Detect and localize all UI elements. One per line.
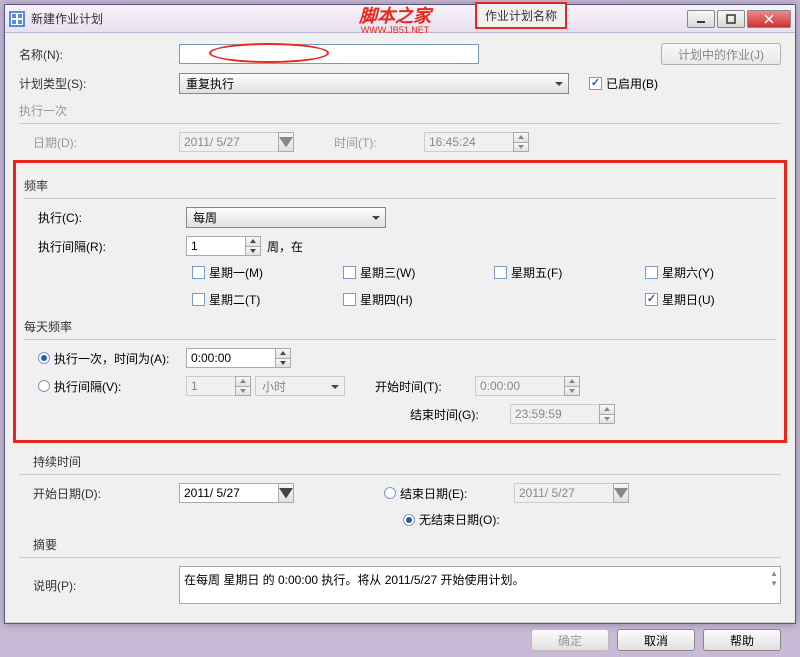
exec-label: 执行(C): bbox=[38, 209, 186, 226]
spinner-icon bbox=[513, 132, 529, 152]
titlebar[interactable]: 新建作业计划 脚本之家 WWW.JB51.NET 作业计划名称 bbox=[5, 5, 795, 33]
summary-group-label: 摘要 bbox=[33, 536, 781, 553]
duration-row: 开始日期(D): 2011/ 5/27 结束日期(E): 2011/ 5/27 bbox=[33, 483, 781, 503]
start-date-label: 开始日期(D): bbox=[33, 485, 179, 502]
maximize-button[interactable] bbox=[717, 10, 745, 28]
daily-end-spinner bbox=[599, 404, 615, 424]
daily-interval-radio-wrap[interactable]: 执行间隔(V): bbox=[38, 378, 186, 395]
description-label: 说明(P): bbox=[33, 577, 179, 594]
start-date-calendar-icon[interactable] bbox=[278, 483, 294, 503]
daily-once-row: 执行一次，时间为(A): 0:00:00 bbox=[38, 348, 776, 368]
once-time-input: 16:45:24 bbox=[424, 132, 514, 152]
titlebar-center: 脚本之家 WWW.JB51.NET 作业计划名称 bbox=[103, 2, 687, 35]
daily-start-value: 0:00:00 bbox=[475, 376, 565, 396]
end-date-input: 2011/ 5/27 bbox=[514, 483, 614, 503]
freq-group-label: 频率 bbox=[24, 177, 776, 194]
dialog-window: 新建作业计划 脚本之家 WWW.JB51.NET 作业计划名称 名称(N): 计… bbox=[4, 4, 796, 624]
exec-select[interactable]: 每周 bbox=[186, 207, 386, 228]
name-input[interactable] bbox=[179, 44, 479, 64]
daily-start-spinner bbox=[564, 376, 580, 396]
no-end-date-radio[interactable] bbox=[403, 514, 415, 526]
description-textarea[interactable]: 在每周 星期日 的 0:00:00 执行。将从 2011/5/27 开始使用计划… bbox=[179, 566, 781, 604]
interval-label: 执行间隔(R): bbox=[38, 238, 186, 255]
interval-input[interactable]: 1 bbox=[186, 236, 246, 256]
start-date-input[interactable]: 2011/ 5/27 bbox=[179, 483, 279, 503]
daily-end-label: 结束时间(G): bbox=[410, 406, 510, 423]
window-buttons bbox=[687, 10, 791, 28]
daily-once-spinner[interactable] bbox=[275, 348, 291, 368]
daily-end-row: 结束时间(G): 23:59:59 bbox=[38, 404, 776, 424]
daily-interval-row: 执行间隔(V): 1 小时 开始时间(T): 0:00:00 bbox=[38, 376, 776, 396]
friday-checkbox[interactable]: 星期五(F) bbox=[494, 264, 625, 281]
window-title: 新建作业计划 bbox=[31, 10, 103, 27]
thursday-checkbox[interactable]: 星期四(H) bbox=[343, 291, 474, 308]
app-icon bbox=[9, 11, 25, 27]
calendar-icon bbox=[278, 132, 294, 152]
end-date-radio[interactable] bbox=[384, 487, 396, 499]
once-time-label: 时间(T): bbox=[334, 134, 424, 151]
help-button[interactable]: 帮助 bbox=[703, 629, 781, 651]
daily-start-label: 开始时间(T): bbox=[375, 378, 475, 395]
minimize-button[interactable] bbox=[687, 10, 715, 28]
monday-checkbox[interactable]: 星期一(M) bbox=[192, 264, 323, 281]
tuesday-checkbox[interactable]: 星期二(T) bbox=[192, 291, 323, 308]
sunday-checkbox[interactable]: 星期日(U) bbox=[645, 291, 776, 308]
type-row: 计划类型(S): 重复执行 已启用(B) bbox=[19, 73, 781, 94]
end-date-calendar-icon bbox=[613, 483, 629, 503]
annotation-callout: 作业计划名称 bbox=[475, 2, 567, 29]
once-row: 日期(D): 2011/ 5/27 时间(T): 16:45:24 bbox=[33, 132, 781, 152]
interval-spinner[interactable] bbox=[245, 236, 261, 256]
duration-group-label: 持续时间 bbox=[33, 453, 781, 470]
daily-group-label: 每天频率 bbox=[24, 318, 776, 335]
weekday-grid: 星期一(M) 星期三(W) 星期五(F) 星期六(Y) 星期二(T) 星期四(H… bbox=[192, 264, 776, 308]
interval-unit: 周，在 bbox=[267, 238, 303, 255]
wednesday-checkbox[interactable]: 星期三(W) bbox=[343, 264, 474, 281]
once-date-input: 2011/ 5/27 bbox=[179, 132, 279, 152]
daily-interval-unit-select: 小时 bbox=[255, 376, 345, 396]
daily-interval-radio[interactable] bbox=[38, 380, 50, 392]
saturday-checkbox[interactable]: 星期六(Y) bbox=[645, 264, 776, 281]
interval-row: 执行间隔(R): 1 周，在 bbox=[38, 236, 776, 256]
end-date-radio-wrap[interactable]: 结束日期(E): bbox=[384, 485, 514, 502]
exec-row: 执行(C): 每周 bbox=[38, 207, 776, 228]
cancel-button[interactable]: 取消 bbox=[617, 629, 695, 651]
enabled-checkbox-wrap[interactable]: 已启用(B) bbox=[589, 75, 658, 92]
summary-row: 说明(P): 在每周 星期日 的 0:00:00 执行。将从 2011/5/27… bbox=[33, 566, 781, 604]
button-bar: 确定 取消 帮助 bbox=[5, 623, 795, 657]
dialog-content: 名称(N): 计划中的作业(J) 计划类型(S): 重复执行 已启用(B) 执行… bbox=[5, 33, 795, 622]
daily-interval-value: 1 bbox=[186, 376, 236, 396]
schedule-type-select[interactable]: 重复执行 bbox=[179, 73, 569, 94]
noend-row: 无结束日期(O): bbox=[33, 511, 781, 528]
frequency-highlight-box: 频率 执行(C): 每周 执行间隔(R): 1 周，在 星期一(M) 星期三(W… bbox=[13, 160, 787, 443]
name-label: 名称(N): bbox=[19, 46, 179, 63]
watermark-text: 脚本之家 bbox=[359, 6, 431, 26]
enabled-checkbox[interactable] bbox=[589, 77, 602, 90]
no-end-date-radio-wrap[interactable]: 无结束日期(O): bbox=[403, 511, 500, 528]
daily-interval-spinner bbox=[235, 376, 251, 396]
close-button[interactable] bbox=[747, 10, 791, 28]
daily-end-value: 23:59:59 bbox=[510, 404, 600, 424]
once-group-label: 执行一次 bbox=[19, 102, 781, 119]
enabled-label: 已启用(B) bbox=[606, 75, 658, 92]
daily-once-radio[interactable] bbox=[38, 352, 50, 364]
type-label: 计划类型(S): bbox=[19, 75, 179, 92]
exec-value: 每周 bbox=[193, 209, 217, 226]
jobs-in-schedule-button[interactable]: 计划中的作业(J) bbox=[661, 43, 781, 65]
daily-once-time[interactable]: 0:00:00 bbox=[186, 348, 276, 368]
ok-button[interactable]: 确定 bbox=[531, 629, 609, 651]
schedule-type-value: 重复执行 bbox=[186, 75, 234, 92]
name-row: 名称(N): 计划中的作业(J) bbox=[19, 43, 781, 65]
daily-once-radio-wrap[interactable]: 执行一次，时间为(A): bbox=[38, 350, 186, 367]
once-date-label: 日期(D): bbox=[33, 134, 179, 151]
